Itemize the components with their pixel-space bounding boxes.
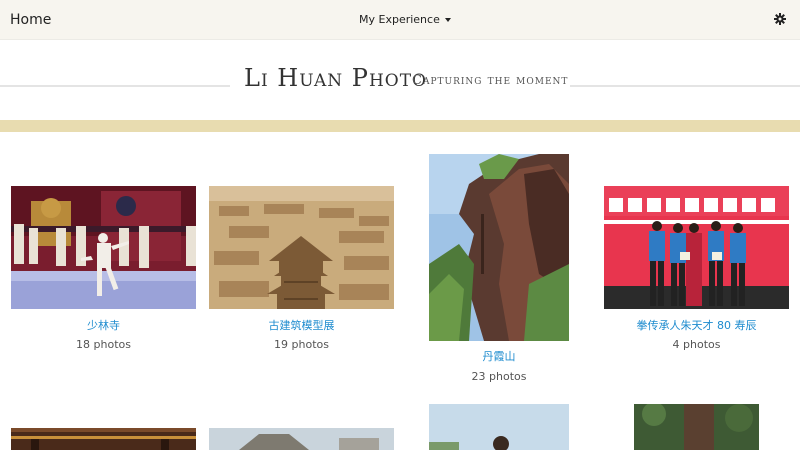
album-title[interactable]: 拳传承人朱天才 80 寿辰 — [604, 319, 789, 333]
album-title[interactable]: 丹霞山 — [429, 350, 569, 364]
site-title[interactable]: Li Huan Photo — [244, 63, 427, 93]
album-thumbnail-forest[interactable] — [634, 404, 759, 450]
top-navbar: Home My Experience — [0, 0, 800, 40]
home-link[interactable]: Home — [10, 10, 51, 30]
album-title[interactable]: 古建筑模型展 — [209, 319, 394, 333]
album-photo-count: 4 photos — [672, 338, 721, 351]
album-thumbnail-danxia-mountain[interactable] — [429, 154, 569, 341]
album-title[interactable]: 少林寺 — [11, 319, 196, 333]
album-photo-count: 23 photos — [471, 370, 527, 383]
site-tagline: Capturing the moment — [412, 73, 569, 88]
caret-down-icon — [444, 18, 451, 22]
my-experience-label: My Experience — [359, 13, 440, 26]
header-divider-right — [570, 85, 800, 87]
album-thumbnail-birthday-ceremony[interactable] — [604, 186, 789, 309]
album-thumbnail-portrait-outdoor[interactable] — [429, 404, 569, 450]
album-photo-count: 19 photos — [274, 338, 329, 351]
album-card[interactable]: 少林寺 18 photos — [11, 186, 196, 366]
header-divider-left — [0, 85, 230, 87]
album-card[interactable]: 古建筑模型展 19 photos — [209, 186, 394, 366]
site-header: Li Huan Photo Capturing the moment — [0, 40, 800, 120]
album-card[interactable]: 拳传承人朱天才 80 寿辰 4 photos — [604, 186, 789, 366]
album-card[interactable]: 丹霞山 23 photos — [429, 154, 569, 390]
album-thumbnail-shaolin[interactable] — [11, 186, 196, 309]
accent-band — [0, 120, 800, 132]
gear-icon[interactable] — [774, 13, 786, 25]
album-thumbnail-hall-interior[interactable] — [11, 428, 196, 450]
album-photo-count: 18 photos — [76, 338, 131, 351]
album-thumbnail-temple-roof[interactable] — [209, 428, 394, 450]
album-thumbnail-architecture-model[interactable] — [209, 186, 394, 309]
my-experience-dropdown[interactable]: My Experience — [359, 11, 451, 29]
